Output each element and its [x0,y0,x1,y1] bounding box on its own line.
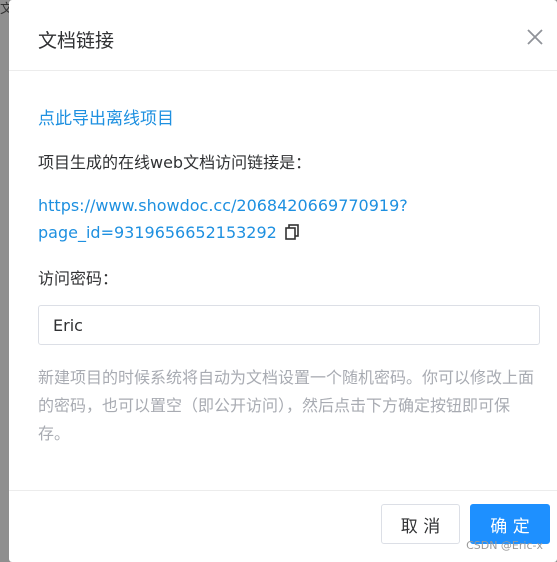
export-offline-link[interactable]: 点此导出离线项目 [38,104,174,129]
dialog-header: 文档链接 [9,0,557,71]
doc-url-link[interactable]: https://www.showdoc.cc/2068420669770919?… [38,196,408,242]
confirm-button[interactable]: 确 定 [470,504,550,544]
document-link-dialog: 文档链接 点此导出离线项目 项目生成的在线web文档访问链接是： https:/… [9,0,557,562]
watermark: CSDN @Eric-x [466,539,543,552]
dialog-title: 文档链接 [38,30,115,52]
password-label: 访问密码： [38,269,119,288]
copy-icon[interactable] [285,224,299,240]
doc-url-block: https://www.showdoc.cc/2068420669770919?… [38,192,418,246]
password-hint: 新建项目的时候系统将自动为文档设置一个随机密码。你可以修改上面的密码，也可以置空… [38,368,535,443]
password-input[interactable] [38,305,540,345]
url-label: 项目生成的在线web文档访问链接是： [38,153,312,172]
cancel-button[interactable]: 取 消 [381,504,460,544]
doc-url-line2: page_id=9319656652153292 [38,223,277,242]
close-icon[interactable] [526,28,544,46]
doc-url-line1: https://www.showdoc.cc/2068420669770919? [38,196,408,215]
